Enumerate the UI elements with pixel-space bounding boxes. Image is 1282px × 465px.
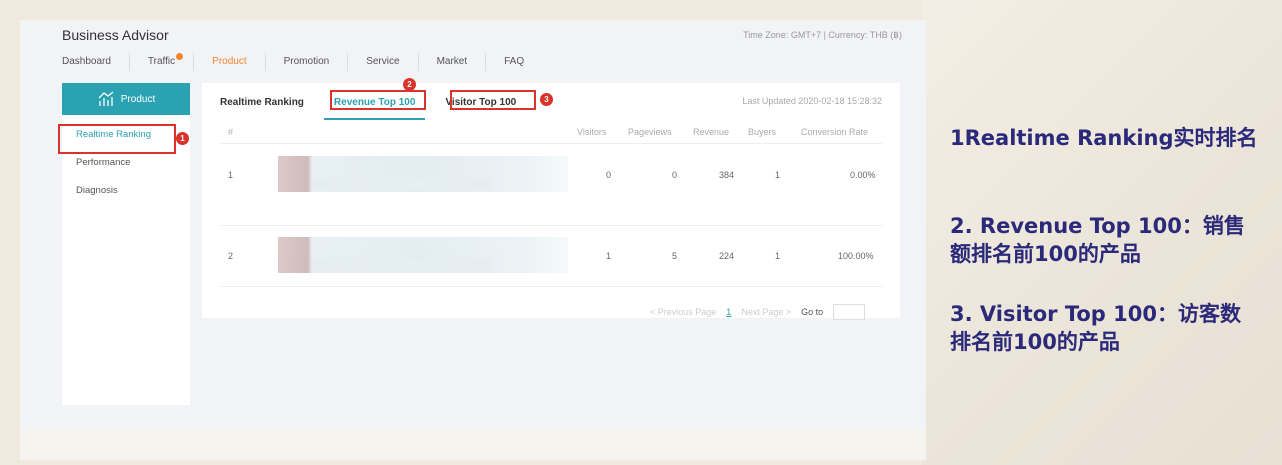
nav-product[interactable]: Product: [194, 53, 266, 71]
business-advisor-screenshot: Business Advisor Time Zone: GMT+7 | Curr…: [20, 20, 926, 460]
col-revenue: Revenue: [693, 127, 730, 137]
cell-visitors: 0: [606, 170, 612, 180]
sidebar-header-label: Product: [120, 93, 156, 105]
screenshot-bottom-edge: [20, 430, 926, 460]
next-page-button[interactable]: Next Page >: [741, 307, 791, 317]
blurred-product-image: [278, 237, 568, 273]
cell-pageviews: 5: [672, 251, 678, 261]
divider: [220, 286, 882, 287]
ranking-panel: Realtime Ranking Revenue Top 100 Visitor…: [202, 83, 900, 320]
note-visitor-top-100: 3. Visitor Top 100：访客数排名前100的产品: [950, 302, 1241, 354]
nav-market[interactable]: Market: [419, 53, 487, 71]
sidebar-item-diagnosis[interactable]: Diagnosis: [62, 177, 190, 205]
highlight-box-2: [330, 90, 426, 110]
tab-realtime-ranking[interactable]: Realtime Ranking: [220, 91, 304, 115]
pagination: < Previous Page 1 Next Page > Go to: [650, 304, 866, 320]
cell-visitors: 1: [606, 251, 612, 261]
col-buyers: Buyers: [748, 127, 777, 137]
nav-promotion[interactable]: Promotion: [266, 53, 349, 71]
cell-buyers: 1: [775, 170, 781, 180]
note-realtime-ranking: 1Realtime Ranking实时排名: [950, 126, 1258, 150]
page-1-button[interactable]: 1: [726, 307, 731, 317]
app-title: Business Advisor: [62, 27, 169, 43]
last-updated: Last Updated 2020-02-18 15:28:32: [742, 96, 882, 106]
cell-revenue: 384: [719, 170, 735, 180]
cell-buyers: 1: [775, 251, 781, 261]
nav-traffic-label: Traffic: [147, 56, 176, 67]
col-conversion-rate: Conversion Rate: [801, 127, 869, 137]
highlight-box-1: [58, 124, 176, 154]
timezone-currency: Time Zone: GMT+7 | Currency: THB (฿): [743, 30, 902, 40]
cell-conversion: 0.00%: [850, 170, 876, 180]
nav-traffic[interactable]: Traffic: [130, 53, 195, 71]
table-row[interactable]: 1 0 0 384 1 0.00%: [220, 144, 882, 204]
marker-badge-3: 3: [540, 93, 553, 106]
goto-label: Go to: [801, 307, 824, 317]
table-header: # Visitors Pageviews Revenue Buyers Conv…: [220, 123, 882, 143]
notification-dot: [176, 53, 184, 60]
top-navigation: Dashboard Traffic Product Promotion Serv…: [62, 53, 542, 71]
table-row[interactable]: 2 1 5 224 1 100.00%: [220, 225, 882, 285]
cell-pageviews: 0: [672, 170, 678, 180]
note-revenue-top-100: 2. Revenue Top 100：销售额排名前100的产品: [950, 214, 1245, 266]
marker-badge-1: 1: [176, 132, 189, 145]
col-rank: #: [228, 127, 234, 137]
nav-dashboard[interactable]: Dashboard: [62, 53, 130, 71]
sidebar-header[interactable]: Product: [62, 83, 190, 115]
col-visitors: Visitors: [577, 127, 607, 137]
nav-service[interactable]: Service: [348, 53, 419, 71]
cell-revenue: 224: [719, 251, 735, 261]
blurred-product-image: [278, 156, 568, 192]
bar-chart-icon: [98, 91, 114, 106]
marker-badge-2: 2: [403, 78, 416, 91]
highlight-box-3: [450, 90, 536, 110]
previous-page-button[interactable]: < Previous Page: [650, 307, 716, 317]
cell-conversion: 100.00%: [838, 251, 874, 261]
col-pageviews: Pageviews: [628, 127, 672, 137]
goto-page-input[interactable]: [833, 304, 866, 320]
nav-faq[interactable]: FAQ: [486, 53, 542, 71]
cell-rank: 2: [228, 251, 234, 261]
cell-rank: 1: [228, 170, 234, 180]
